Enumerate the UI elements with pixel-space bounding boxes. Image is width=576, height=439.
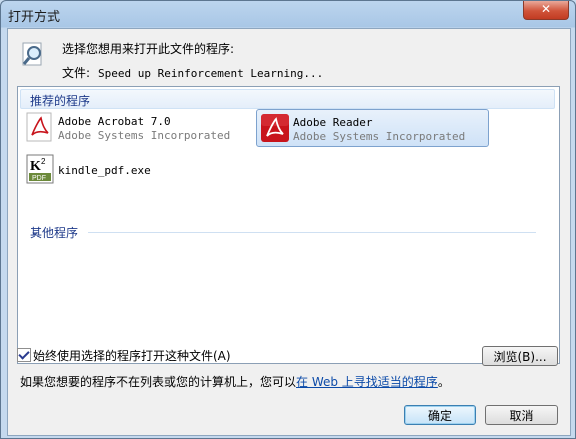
chevron-down-icon[interactable]: ⌄ [30, 224, 550, 238]
close-button[interactable]: ✕ [523, 1, 569, 20]
svg-text:K: K [30, 159, 41, 174]
file-label: 文件: [62, 66, 91, 80]
other-programs-header[interactable]: 其他程序 ⌄ [26, 224, 552, 240]
hint-suffix: 。 [437, 375, 450, 389]
recommended-header-label: 推荐的程序 [30, 94, 91, 108]
app-publisher: Adobe Systems Incorporated [293, 130, 466, 143]
hint-prefix: 如果您想要的程序不在列表或您的计算机上，您可以 [20, 375, 297, 389]
app-name: Adobe Acrobat 7.0 [58, 115, 171, 128]
hint-text: 如果您想要的程序不在列表或您的计算机上，您可以在 Web 上寻找适当的程序。 [20, 373, 450, 390]
always-use-checkbox[interactable] [17, 348, 31, 362]
app-name: kindle_pdf.exe [58, 164, 151, 177]
app-publisher: Adobe Systems Incorporated [58, 129, 231, 142]
web-search-link[interactable]: 在 Web 上寻找适当的程序 [296, 375, 438, 389]
open-with-dialog: 打开方式 ✕ 选择您想用来打开此文件的程序: 文件: Speed up Reinf… [0, 0, 576, 439]
recommended-group-header[interactable]: 推荐的程序 [20, 89, 555, 109]
app-item-adobe-reader[interactable]: Adobe Reader Adobe Systems Incorporated [256, 109, 489, 147]
browse-button[interactable]: 浏览(B)... [482, 346, 558, 366]
ok-button[interactable]: 确定 [404, 405, 476, 425]
title-bar[interactable]: 打开方式 ✕ [1, 1, 575, 27]
prompt-text: 选择您想用来打开此文件的程序: [62, 42, 235, 56]
program-list[interactable]: 推荐的程序 Adobe Acrobat 7.0 Adobe Systems In… [17, 86, 560, 364]
dialog-body: 选择您想用来打开此文件的程序: 文件: Speed up Reinforcemen… [7, 28, 571, 436]
svg-text:2: 2 [41, 157, 46, 166]
app-name: Adobe Reader [293, 116, 373, 129]
cancel-button[interactable]: 取消 [485, 405, 558, 425]
magnifier-document-icon [22, 42, 42, 66]
kindle-pdf-icon: K 2 PDF [26, 154, 54, 184]
file-name: Speed up Reinforcement Learning... [98, 67, 324, 80]
always-use-label[interactable]: 始终使用选择的程序打开这种文件(A) [33, 347, 231, 364]
window-title: 打开方式 [8, 10, 61, 25]
app-item-adobe-acrobat[interactable]: Adobe Acrobat 7.0 Adobe Systems Incorpor… [22, 109, 250, 145]
adobe-reader-icon [261, 114, 289, 142]
svg-text:PDF: PDF [32, 175, 46, 182]
acrobat-icon [26, 112, 52, 142]
file-info: 文件: Speed up Reinforcement Learning... [62, 64, 323, 81]
app-item-kindle-pdf[interactable]: K 2 PDF kindle_pdf.exe [22, 151, 250, 187]
